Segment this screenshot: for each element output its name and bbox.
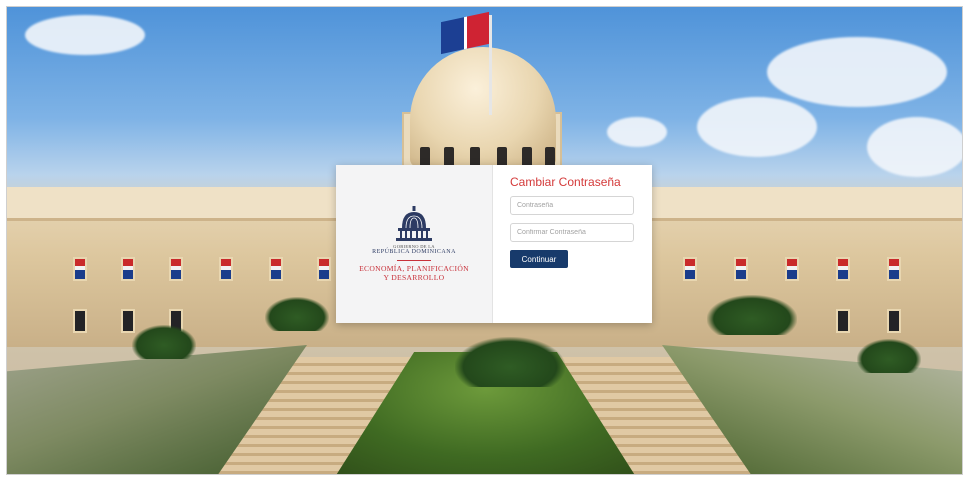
- cloud: [607, 117, 667, 147]
- palace-window: [887, 309, 901, 333]
- palace-window: [734, 257, 748, 281]
- divider: [397, 259, 431, 262]
- continue-button[interactable]: Continuar: [510, 250, 568, 268]
- palace-window: [73, 309, 87, 333]
- cloud: [25, 15, 145, 55]
- palm-tree: [857, 339, 921, 373]
- palace-window: [219, 257, 233, 281]
- palace-window: [121, 257, 135, 281]
- national-palace-dome-logo-icon: [396, 205, 432, 241]
- palace-window: [683, 257, 697, 281]
- palm-tree: [455, 337, 565, 387]
- password-field[interactable]: [510, 196, 634, 215]
- change-password-card: GOBIERNO DE LA REPÚBLICA DOMINICANA ECON…: [336, 165, 652, 323]
- flagpole: [489, 15, 492, 115]
- palace-window: [317, 257, 331, 281]
- palace-window: [269, 257, 283, 281]
- palm-tree: [132, 325, 196, 359]
- palace-window: [73, 257, 87, 281]
- palace-window: [887, 257, 901, 281]
- palace-dome: [410, 47, 556, 167]
- palace-window: [836, 309, 850, 333]
- palace-window: [169, 257, 183, 281]
- palm-tree: [707, 295, 797, 335]
- form-title: Cambiar Contraseña: [510, 175, 621, 189]
- cloud: [767, 37, 947, 107]
- ministry-name-line-1: ECONOMÍA, PLANIFICACIÓN: [359, 264, 469, 274]
- palace-window: [836, 257, 850, 281]
- password-form: Cambiar Contraseña Continuar: [493, 165, 652, 323]
- country-label: REPÚBLICA DOMINICANA: [372, 248, 456, 255]
- confirm-password-field[interactable]: [510, 223, 634, 242]
- branding-panel: GOBIERNO DE LA REPÚBLICA DOMINICANA ECON…: [336, 165, 493, 323]
- cloud: [867, 117, 962, 177]
- palm-tree: [265, 297, 329, 331]
- palace-window: [785, 257, 799, 281]
- login-page: GOBIERNO DE LA REPÚBLICA DOMINICANA ECON…: [6, 6, 963, 475]
- cloud: [697, 97, 817, 157]
- ministry-name-line-2: Y DESARROLLO: [383, 273, 445, 283]
